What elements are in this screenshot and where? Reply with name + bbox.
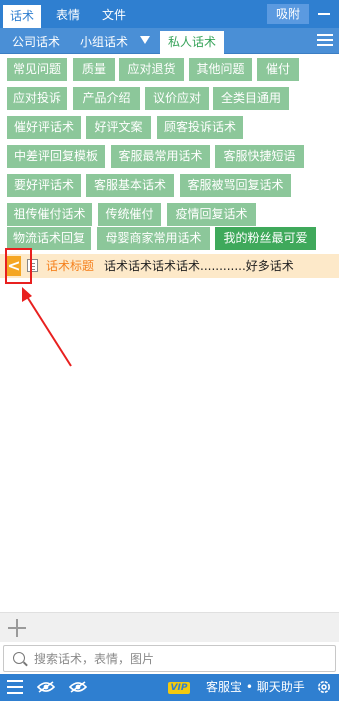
tag-item[interactable]: 质量: [73, 58, 115, 81]
tag-item[interactable]: 疫情回复话术: [167, 203, 256, 226]
tab-huashu[interactable]: 话术: [3, 5, 41, 28]
tag-item[interactable]: 祖传催付话术: [7, 203, 92, 226]
gear-icon[interactable]: [316, 679, 332, 695]
tag-item[interactable]: 客服被骂回复话术: [180, 174, 291, 197]
tag-item[interactable]: 议价应对: [145, 87, 209, 110]
tag-item[interactable]: 客服最常用话术: [111, 145, 210, 168]
menu-icon[interactable]: [317, 32, 333, 48]
list-item[interactable]: < 话术标题 话术话术话术话术............好多话术: [0, 254, 339, 278]
tag-item[interactable]: 全类目通用: [213, 87, 289, 110]
tag-item[interactable]: 物流话术回复: [7, 227, 91, 250]
back-button[interactable]: <: [7, 256, 21, 276]
tag-item[interactable]: 客服快捷短语: [215, 145, 304, 168]
tag-item[interactable]: 客服基本话术: [86, 174, 174, 197]
item-content[interactable]: 话术话术话术话术............好多话术: [104, 258, 294, 274]
search-icon: [13, 652, 25, 664]
tag-item[interactable]: 中差评回复模板: [7, 145, 105, 168]
hide-eye-icon-2[interactable]: [69, 681, 87, 693]
list-menu-icon[interactable]: [7, 680, 23, 694]
tag-item[interactable]: 应对退货: [119, 58, 184, 81]
tag-item[interactable]: 母婴商家常用话术: [97, 227, 210, 250]
sub-tab-private[interactable]: 私人话术: [160, 31, 224, 54]
search-box: [3, 645, 336, 672]
tab-biaoqing[interactable]: 表情: [52, 4, 84, 26]
tag-item[interactable]: 应对投诉: [7, 87, 67, 110]
tag-item[interactable]: 催好评话术: [7, 116, 81, 139]
tag-item[interactable]: 顾客投诉话术: [157, 116, 243, 139]
chevron-down-icon[interactable]: [140, 36, 150, 44]
sub-tab-company[interactable]: 公司话术: [12, 31, 60, 54]
tag-item[interactable]: 传统催付: [98, 203, 161, 226]
tag-item[interactable]: 要好评话术: [7, 174, 81, 197]
sub-tab-group[interactable]: 小组话术: [80, 31, 128, 54]
item-title[interactable]: 话术标题: [46, 258, 94, 274]
tag-item[interactable]: 好评文案: [86, 116, 151, 139]
footer-bar: VIP 客服宝 • 聊天助手: [0, 674, 339, 701]
bottom-toolbar: [0, 612, 339, 642]
tag-item-active[interactable]: 我的粉丝最可爱: [215, 227, 316, 250]
pin-button[interactable]: 吸附: [267, 4, 309, 24]
tag-item[interactable]: 催付: [257, 58, 299, 81]
minimize-icon[interactable]: [313, 2, 335, 24]
top-bar: 话术 表情 文件 吸附: [0, 0, 339, 28]
hide-eye-icon[interactable]: [37, 681, 55, 693]
tag-item[interactable]: 其他问题: [189, 58, 252, 81]
plus-icon[interactable]: [8, 619, 26, 637]
vip-badge[interactable]: VIP: [168, 682, 190, 694]
document-icon[interactable]: [27, 259, 38, 272]
tag-item[interactable]: 产品介绍: [73, 87, 140, 110]
search-input[interactable]: [34, 649, 329, 669]
brand-label: 客服宝 • 聊天助手: [206, 680, 305, 694]
tag-item[interactable]: 常见问题: [7, 58, 67, 81]
sub-tab-bar: 公司话术 小组话术 私人话术: [0, 28, 339, 54]
tab-wenjian[interactable]: 文件: [98, 4, 130, 26]
